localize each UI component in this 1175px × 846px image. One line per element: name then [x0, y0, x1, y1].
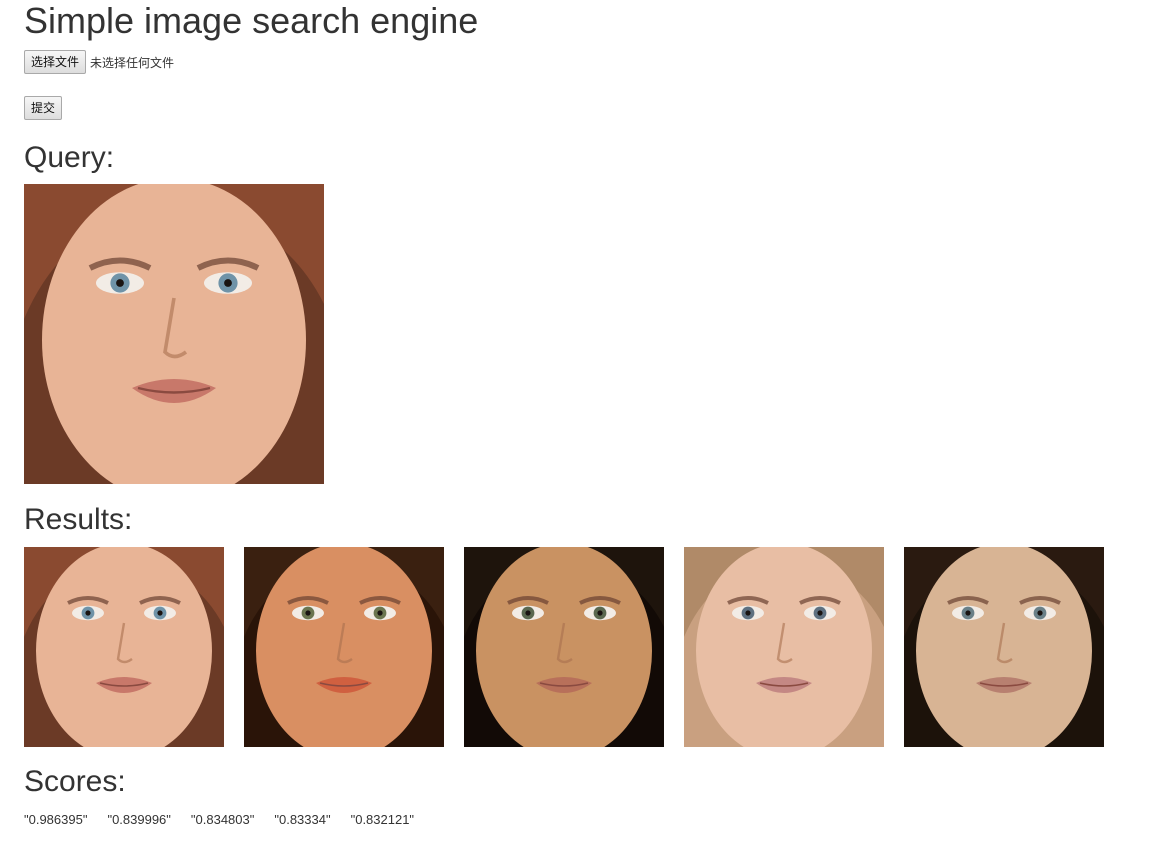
scores-heading: Scores: — [24, 765, 126, 798]
face-photo — [904, 547, 1104, 747]
results-gallery — [24, 547, 1124, 747]
score-value: "0.839996" — [107, 812, 171, 827]
score-value: "0.986395" — [24, 812, 88, 827]
submit-button[interactable]: 提交 — [24, 96, 63, 120]
file-status-text: 未选择任何文件 — [90, 55, 175, 70]
choose-file-button[interactable]: 选择文件 — [24, 50, 87, 74]
result-image-3[interactable] — [464, 547, 664, 747]
result-image-4[interactable] — [684, 547, 884, 747]
results-heading: Results: — [24, 503, 133, 536]
score-value: "0.834803" — [190, 812, 255, 827]
submit-row: 提交 — [24, 96, 63, 120]
face-photo — [24, 547, 224, 747]
page-title: Simple image search engine — [24, 0, 479, 41]
query-image — [24, 184, 324, 484]
result-image-2[interactable] — [244, 547, 444, 747]
face-photo — [684, 547, 884, 747]
face-photo — [24, 184, 324, 484]
score-value: "0.832121" — [350, 812, 415, 827]
face-photo — [244, 547, 444, 747]
result-image-1[interactable] — [24, 547, 224, 747]
face-photo — [464, 547, 664, 747]
query-heading: Query: — [24, 141, 115, 174]
score-value: "0.83334" — [274, 812, 331, 827]
file-upload-row: 选择文件 未选择任何文件 — [24, 50, 174, 74]
result-image-5[interactable] — [904, 547, 1104, 747]
scores-list: "0.986395" "0.839996" "0.834803" "0.8333… — [24, 812, 414, 827]
